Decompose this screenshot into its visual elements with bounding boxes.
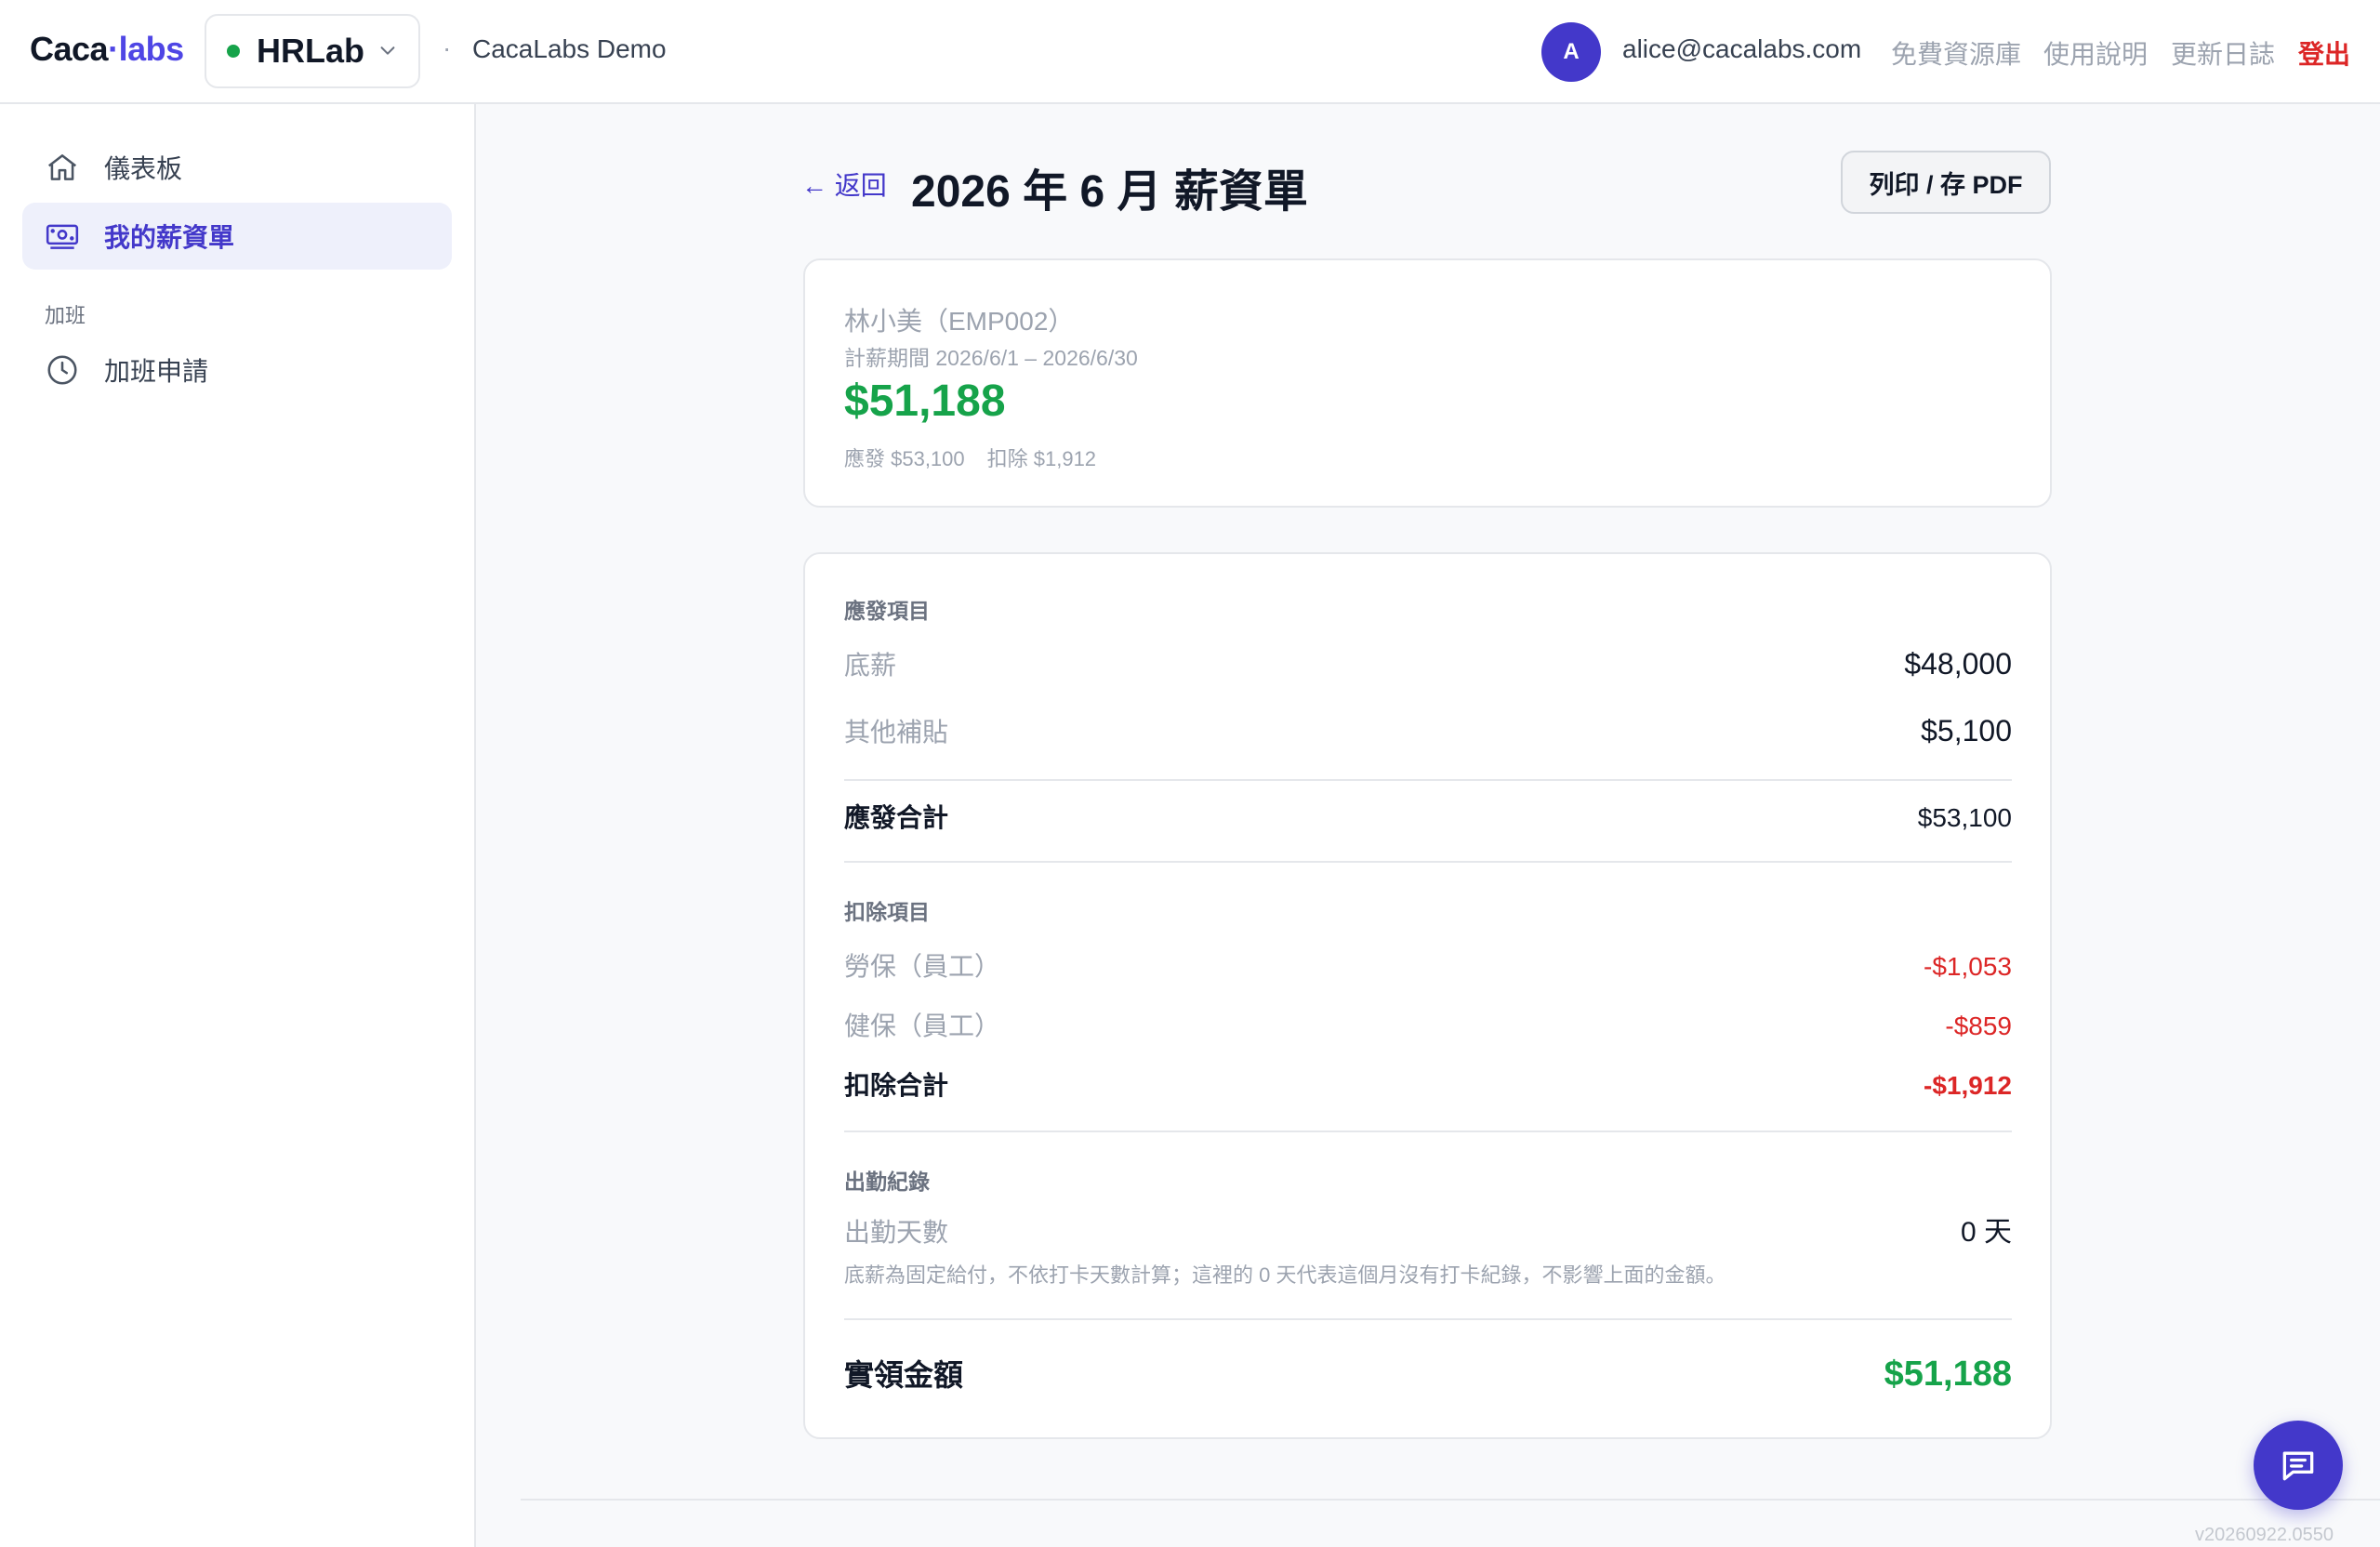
earnings-row: 其他補貼 $5,100 <box>844 712 2012 749</box>
deduction-total-label: 扣除合計 <box>844 1071 949 1100</box>
earnings-item-label: 其他補貼 <box>844 718 949 747</box>
employee-name: 林小美（EMP002） <box>844 307 1075 336</box>
print-pdf-button[interactable]: 列印 / 存 PDF <box>1841 151 2051 214</box>
net-pay-amount: $51,188 <box>844 377 1006 426</box>
deduction-row: 勞保（員工） -$1,053 <box>844 946 2012 984</box>
footer-divider <box>521 1499 2380 1501</box>
logout-link[interactable]: 登出 <box>2298 34 2350 72</box>
divider <box>844 1318 2012 1320</box>
user-email: alice@cacalabs.com <box>1622 34 1862 63</box>
clock-icon <box>47 355 77 385</box>
earnings-item-label: 底薪 <box>844 651 897 680</box>
deduction-item-amount: -$859 <box>1945 1012 2012 1040</box>
deduction-item-label: 健保（員工） <box>844 1012 1001 1040</box>
sidebar-item-label: 我的薪資單 <box>104 223 235 252</box>
sidebar-item-label: 加班申請 <box>104 357 209 386</box>
net-pay-total: $51,188 <box>1884 1355 2012 1394</box>
chat-button[interactable] <box>2254 1421 2343 1510</box>
deduction-row: 健保（員工） -$859 <box>844 1006 2012 1043</box>
net-pay-row: 實領金額 $51,188 <box>844 1352 2012 1395</box>
deduction-item-amount: -$1,053 <box>1924 952 2012 981</box>
sidebar-item-dashboard[interactable]: 儀表板 <box>22 134 452 201</box>
earnings-row: 底薪 $48,000 <box>844 645 2012 682</box>
sidebar-item-label: 儀表板 <box>104 154 183 183</box>
deduction-total-row: 扣除合計 -$1,912 <box>844 1065 2012 1103</box>
logo-dot: · <box>108 30 119 68</box>
payslip-summary-card: 林小美（EMP002） 計薪期間 2026/6/1 – 2026/6/30 $5… <box>803 258 2052 508</box>
earnings-section-label: 應發項目 <box>844 599 930 623</box>
sidebar: 儀表板 我的薪資單 加班 加班申請 <box>0 104 476 1547</box>
earnings-item-amount: $48,000 <box>1904 647 2012 681</box>
pay-breakdown: 應發 $53,100 扣除 $1,912 <box>844 443 1096 472</box>
earnings-total-row: 應發合計 $53,100 <box>844 798 2012 835</box>
divider <box>844 1130 2012 1132</box>
pay-period: 計薪期間 2026/6/1 – 2026/6/30 <box>844 346 1138 370</box>
sidebar-item-overtime-request[interactable]: 加班申請 <box>22 337 452 403</box>
earnings-total-amount: $53,100 <box>1917 803 2012 832</box>
app-logo[interactable]: Caca·labs <box>30 30 184 69</box>
logo-text-left: Caca <box>30 30 109 68</box>
nav-guide-link[interactable]: 使用說明 <box>2043 34 2148 72</box>
breadcrumb-separator: · <box>443 33 452 62</box>
top-bar: Caca·labs HRLab · CacaLabs Demo A alice@… <box>0 0 2380 104</box>
earnings-total-label: 應發合計 <box>844 803 949 832</box>
logo-text-right: labs <box>118 30 185 68</box>
divider <box>844 779 2012 781</box>
earnings-item-amount: $5,100 <box>1921 714 2012 747</box>
sidebar-section-overtime: 加班 <box>45 304 86 327</box>
avatar[interactable]: A <box>1541 22 1601 82</box>
home-icon <box>47 154 77 180</box>
attendance-section-label: 出勤紀錄 <box>844 1170 930 1194</box>
workspace-switcher[interactable]: HRLab <box>205 14 420 88</box>
payslip-icon <box>46 224 79 249</box>
back-link[interactable]: ← 返回 <box>801 165 887 203</box>
breadcrumb-current: CacaLabs Demo <box>472 34 667 63</box>
deduction-summary: 扣除 $1,912 <box>986 447 1097 470</box>
payslip-detail-card: 應發項目 底薪 $48,000 其他補貼 $5,100 應發合計 $53,100… <box>803 552 2052 1439</box>
page-title: 2026 年 6 月 薪資單 <box>911 167 1308 217</box>
attendance-days-label: 出勤天數 <box>844 1218 949 1247</box>
chat-icon <box>2282 1451 2314 1481</box>
workspace-status-dot <box>227 45 240 58</box>
nav-changelog-link[interactable]: 更新日誌 <box>2171 34 2275 72</box>
deductions-section-label: 扣除項目 <box>844 900 930 924</box>
gross-summary: 應發 $53,100 <box>844 447 965 470</box>
deduction-total-amount: -$1,912 <box>1924 1071 2012 1100</box>
nav-resources-link[interactable]: 免費資源庫 <box>1891 34 2021 72</box>
chevron-down-icon <box>380 46 395 55</box>
attendance-days-value: 0 天 <box>1960 1217 2012 1248</box>
sidebar-item-payslips[interactable]: 我的薪資單 <box>22 203 452 270</box>
net-pay-label: 實領金額 <box>844 1358 964 1392</box>
app-version: v20260922.0550 <box>2194 1525 2334 1545</box>
deduction-item-label: 勞保（員工） <box>844 952 1001 981</box>
divider <box>844 861 2012 863</box>
workspace-name: HRLab <box>257 32 364 70</box>
attendance-row: 出勤天數 0 天 <box>844 1209 2012 1250</box>
attendance-note: 底薪為固定給付，不依打卡天數計算；這裡的 0 天代表這個月沒有打卡紀錄，不影響上… <box>844 1263 1726 1287</box>
